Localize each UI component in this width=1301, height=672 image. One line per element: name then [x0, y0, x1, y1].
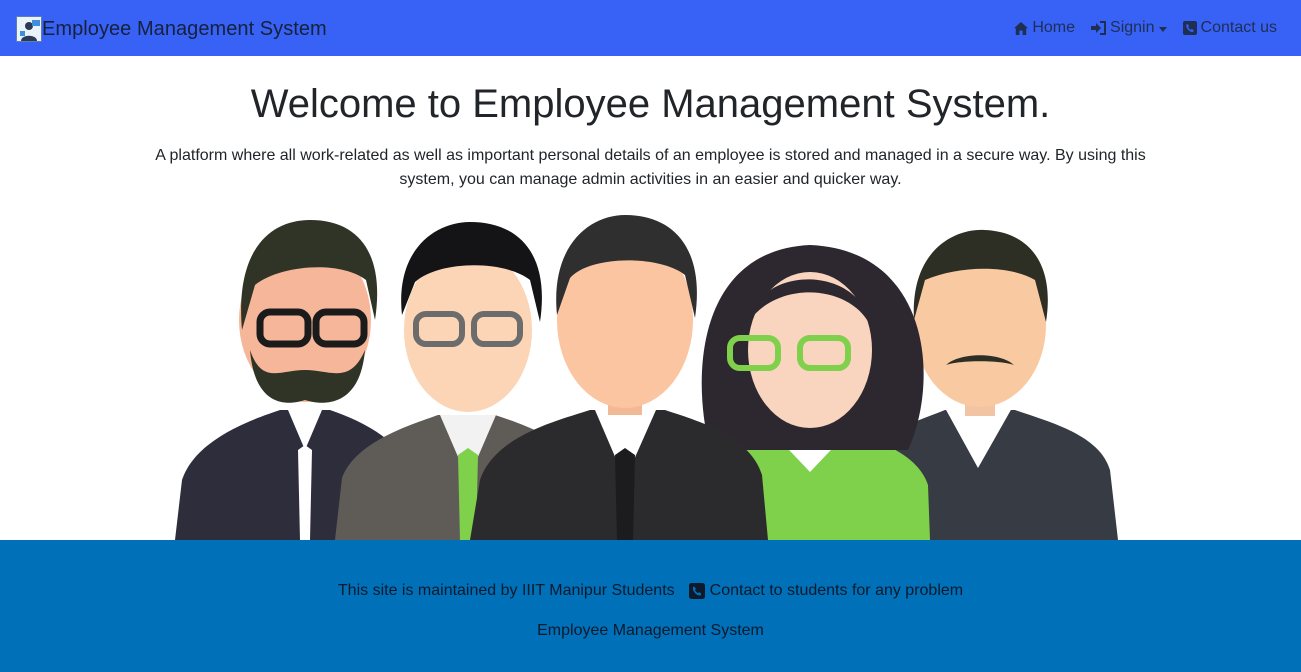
footer-maintained-text: This site is maintained by IIIT Manipur … [337, 582, 675, 599]
site-footer: This site is maintained by IIIT Manipur … [0, 540, 1301, 672]
nav-signin-dropdown[interactable]: Signin [1091, 18, 1167, 38]
brand-logo-icon [16, 16, 42, 42]
sign-in-icon [1091, 21, 1107, 35]
top-navbar: Employee Management System Home Signin C… [0, 0, 1301, 56]
footer-info-line: This site is maintained by IIIT Manipur … [0, 582, 1301, 600]
nav-contact[interactable]: Contact us [1182, 18, 1277, 38]
home-icon [1014, 21, 1029, 35]
nav-home-label: Home [1032, 19, 1076, 36]
footer-site-name: Employee Management System [537, 622, 764, 639]
footer-contact-link[interactable]: Contact to students for any problem [710, 582, 963, 600]
brand-link[interactable]: Employee Management System [16, 16, 327, 42]
chevron-down-icon [1158, 26, 1167, 32]
page-description: A platform where all work-related as wel… [155, 147, 1146, 188]
phone-icon [688, 583, 705, 599]
brand-title: Employee Management System [42, 18, 327, 40]
nav-contact-label: Contact us [1200, 19, 1277, 36]
main-nav: Home Signin Contact us [998, 18, 1277, 38]
page-title: Welcome to Employee Management System. [250, 82, 1051, 126]
nav-home[interactable]: Home [1014, 18, 1075, 38]
phone-icon [1182, 21, 1197, 35]
nav-signin-label: Signin [1110, 19, 1155, 36]
employees-illustration [175, 215, 1118, 540]
